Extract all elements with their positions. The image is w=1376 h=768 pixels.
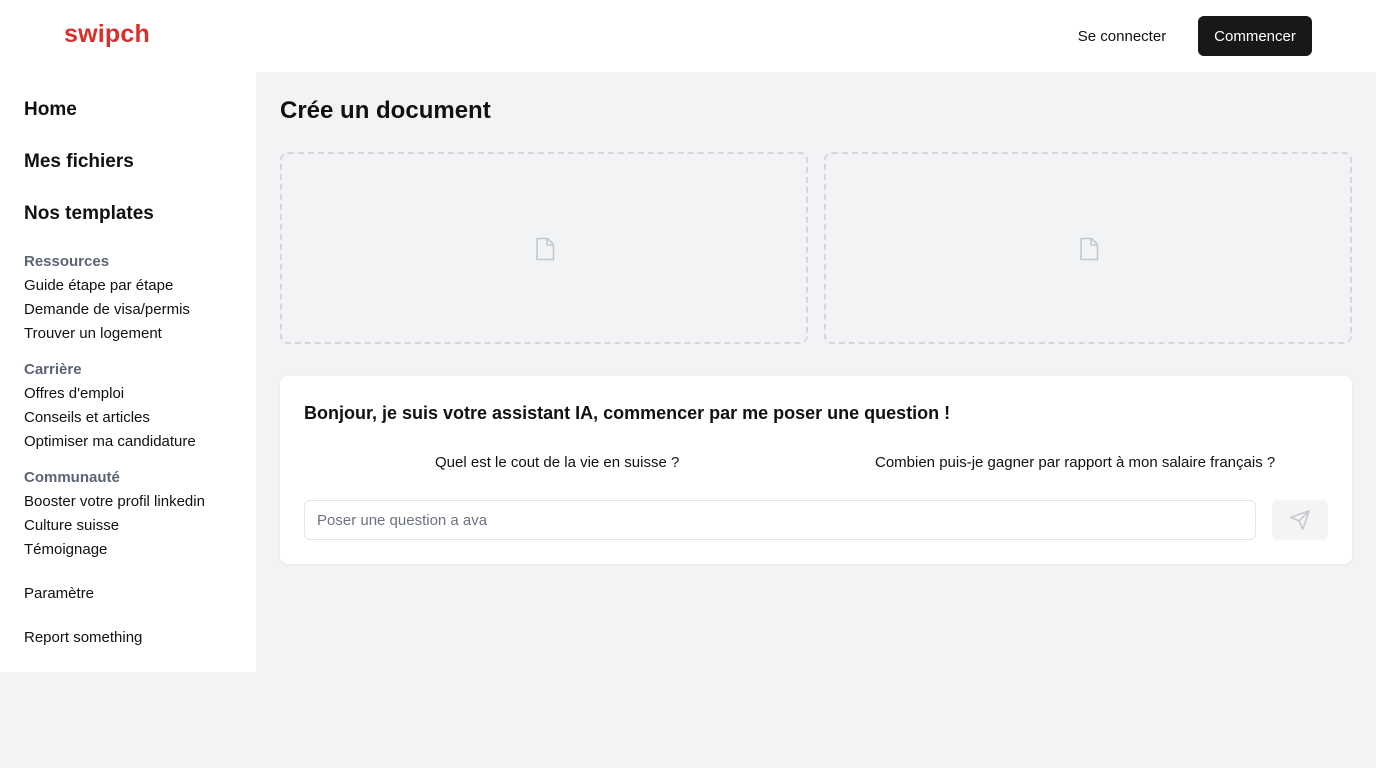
file-icon xyxy=(1080,237,1099,261)
send-button[interactable] xyxy=(1272,500,1328,540)
section-title-career: Carrière xyxy=(24,361,82,378)
section-title-resources: Ressources xyxy=(24,253,110,270)
question-input[interactable] xyxy=(304,500,1256,540)
sidebar-item-templates[interactable]: Nos templates xyxy=(24,203,154,225)
logo[interactable]: swipch xyxy=(64,20,150,49)
sidebar-link-visa-request[interactable]: Demande de visa/permis xyxy=(24,301,190,318)
sidebar-link-swiss-culture[interactable]: Culture suisse xyxy=(24,517,119,534)
start-button[interactable]: Commencer xyxy=(1198,16,1312,56)
sidebar-link-testimonials[interactable]: Témoignage xyxy=(24,541,107,558)
assistant-heading: Bonjour, je suis votre assistant IA, com… xyxy=(304,403,951,423)
suggestion-salary-comparison[interactable]: Combien puis-je gagner par rapport à mon… xyxy=(875,454,1275,471)
sidebar-link-optimize-application[interactable]: Optimiser ma candidature xyxy=(24,433,196,450)
sidebar-link-settings[interactable]: Paramètre xyxy=(24,585,94,602)
sidebar: Home Mes fichiers Nos templates Ressourc… xyxy=(0,72,256,672)
send-icon xyxy=(1290,510,1310,530)
ai-assistant-panel: Bonjour, je suis votre assistant IA, com… xyxy=(280,376,1352,564)
sidebar-link-linkedin-boost[interactable]: Booster votre profil linkedin xyxy=(24,493,205,510)
login-button[interactable]: Se connecter xyxy=(1066,16,1178,56)
sidebar-item-my-files[interactable]: Mes fichiers xyxy=(24,151,134,173)
page-title: Crée un document xyxy=(280,97,491,124)
section-title-community: Communauté xyxy=(24,469,120,486)
sidebar-link-job-offers[interactable]: Offres d'emploi xyxy=(24,385,124,402)
sidebar-item-home[interactable]: Home xyxy=(24,99,77,121)
file-icon xyxy=(536,237,555,261)
document-card-2[interactable] xyxy=(824,152,1352,344)
document-card-1[interactable] xyxy=(280,152,808,344)
top-bar: swipch Se connecter Commencer xyxy=(0,0,1376,72)
sidebar-link-advice-articles[interactable]: Conseils et articles xyxy=(24,409,150,426)
sidebar-link-step-guide[interactable]: Guide étape par étape xyxy=(24,277,173,294)
sidebar-link-find-housing[interactable]: Trouver un logement xyxy=(24,325,162,342)
sidebar-link-report[interactable]: Report something xyxy=(24,629,142,646)
suggestion-cost-of-living[interactable]: Quel est le cout de la vie en suisse ? xyxy=(435,454,679,471)
